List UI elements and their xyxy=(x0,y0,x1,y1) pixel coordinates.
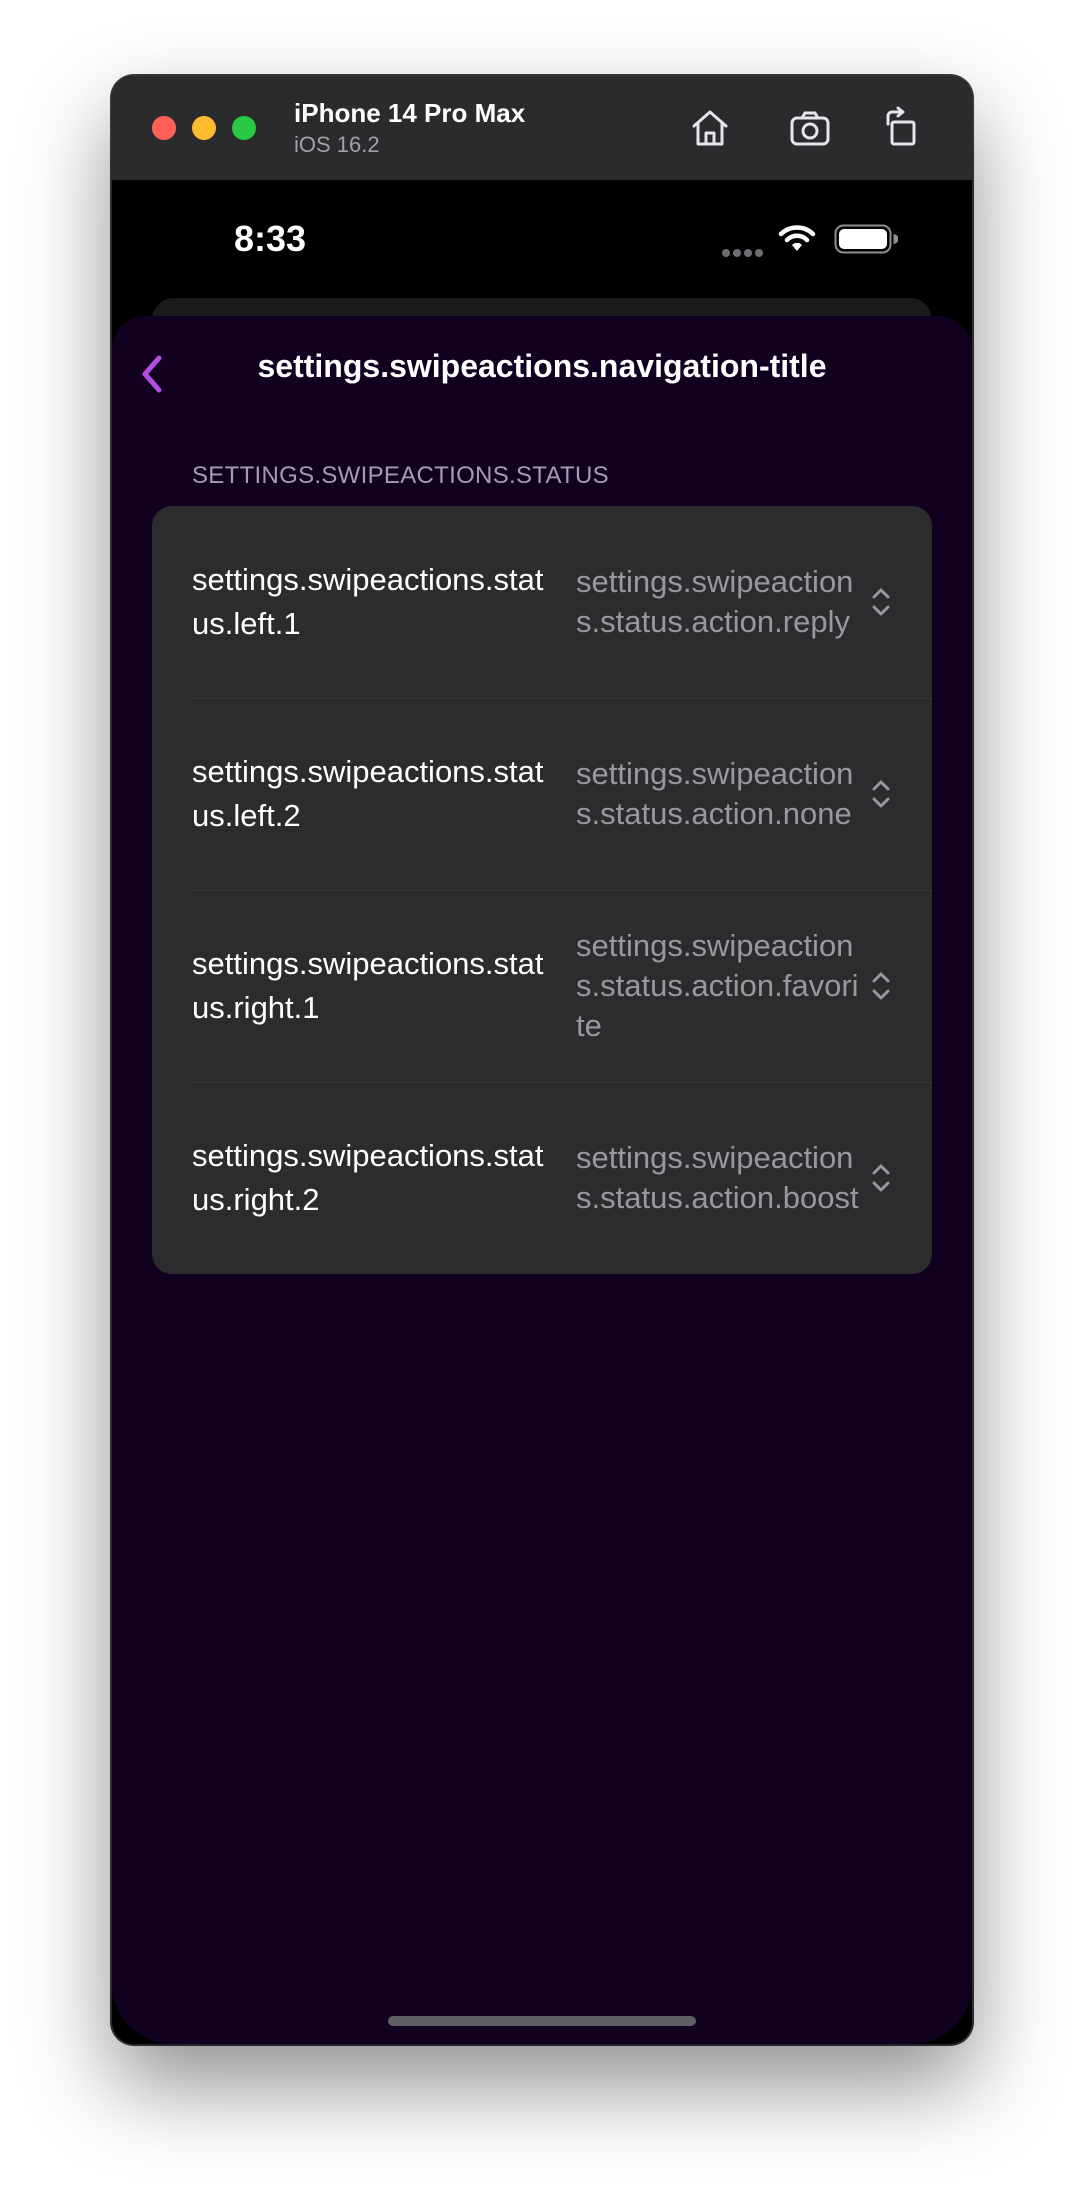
row-value: settings.swipeactions.status.action.favo… xyxy=(576,928,859,1043)
section-header: SETTINGS.SWIPEACTIONS.STATUS xyxy=(192,462,609,489)
picker-row-left-2[interactable]: settings.swipeactions.status.left.2 sett… xyxy=(152,698,932,890)
wifi-icon xyxy=(778,225,816,251)
battery-icon xyxy=(834,224,898,254)
swipe-actions-list: settings.swipeactions.status.left.1 sett… xyxy=(152,506,932,1274)
home-icon[interactable] xyxy=(684,102,736,154)
navigation-title: settings.swipeactions.navigation-title xyxy=(257,348,827,384)
picker-row-right-2[interactable]: settings.swipeactions.status.right.2 set… xyxy=(152,1082,932,1274)
row-label: settings.swipeactions.status.left.2 xyxy=(192,754,544,833)
chevron-up-down-icon xyxy=(872,588,890,616)
close-window-button[interactable] xyxy=(152,116,176,140)
picker-row-left-1[interactable]: settings.swipeactions.status.left.1 sett… xyxy=(152,506,932,698)
zoom-window-button[interactable] xyxy=(232,116,256,140)
status-time: 8:33 xyxy=(234,218,307,259)
screenshot-icon[interactable] xyxy=(784,102,836,154)
minimize-window-button[interactable] xyxy=(192,116,216,140)
swipe-actions-settings-sheet: settings.swipeactions.navigation-title S… xyxy=(112,316,972,2044)
row-label: settings.swipeactions.status.left.1 xyxy=(192,562,544,641)
row-value: settings.swipeactions.status.action.none xyxy=(576,756,854,831)
row-label: settings.swipeactions.status.right.2 xyxy=(192,1138,544,1217)
device-name: iPhone 14 Pro Max xyxy=(294,98,526,128)
cellular-dots-icon xyxy=(722,244,768,257)
row-label: settings.swipeactions.status.right.1 xyxy=(192,946,544,1025)
chevron-up-down-icon xyxy=(872,972,890,1000)
device-screen: 8:33 settings.swipeactions.navigation-ti… xyxy=(112,180,972,2044)
row-value: settings.swipeactions.status.action.repl… xyxy=(576,564,854,639)
home-indicator[interactable] xyxy=(388,2016,696,2026)
chevron-up-down-icon xyxy=(872,780,890,808)
simulator-window: iPhone 14 Pro Max iOS 16.2 8:33 settings… xyxy=(112,76,972,2044)
row-value: settings.swipeactions.status.action.boos… xyxy=(576,1140,859,1215)
chevron-up-down-icon xyxy=(872,1164,890,1192)
simulator-titlebar: iPhone 14 Pro Max iOS 16.2 xyxy=(112,76,972,181)
picker-row-right-1[interactable]: settings.swipeactions.status.right.1 set… xyxy=(152,890,932,1082)
os-version: iOS 16.2 xyxy=(294,132,380,157)
rotate-icon[interactable] xyxy=(876,102,928,154)
